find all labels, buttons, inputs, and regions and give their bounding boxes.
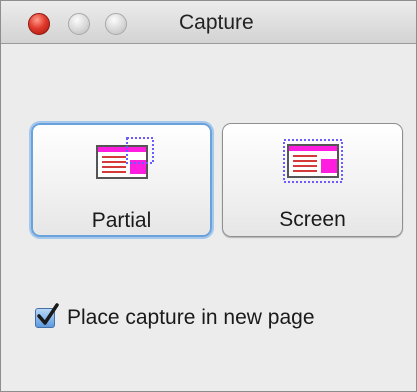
close-button[interactable] <box>28 13 50 35</box>
partial-capture-button[interactable]: Partial <box>31 123 212 237</box>
place-in-new-page-option[interactable]: Place capture in new page <box>35 303 315 333</box>
capture-window: Capture Partial Screen Place capture in … <box>0 0 417 392</box>
partial-button-label: Partial <box>91 209 152 232</box>
window-title: Capture <box>179 11 254 34</box>
screen-capture-icon <box>283 139 343 183</box>
screen-capture-button[interactable]: Screen <box>222 123 403 237</box>
place-in-new-page-checkbox[interactable] <box>35 303 59 328</box>
screen-button-label: Screen <box>279 208 346 231</box>
minimize-button[interactable] <box>68 13 90 35</box>
checkmark-icon <box>37 303 59 325</box>
partial-capture-icon <box>96 137 154 179</box>
zoom-button[interactable] <box>105 13 127 35</box>
title-bar[interactable]: Capture <box>1 1 416 44</box>
place-in-new-page-label[interactable]: Place capture in new page <box>67 306 315 330</box>
